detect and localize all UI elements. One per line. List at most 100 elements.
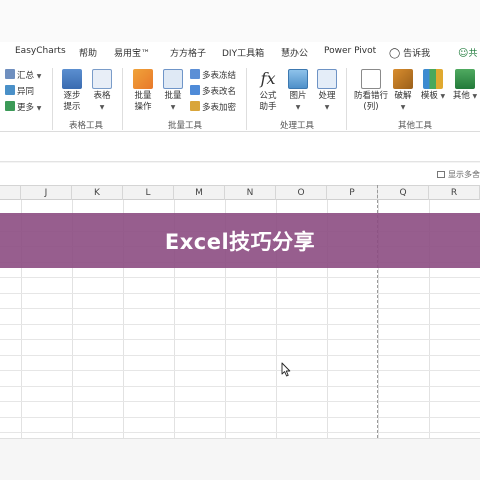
- more-button[interactable]: 更多 ▼: [5, 101, 41, 113]
- picture-icon: [288, 69, 308, 89]
- chevron-down-icon: ▼: [36, 73, 42, 80]
- diff-button[interactable]: 异同: [5, 85, 34, 97]
- batch-button[interactable]: 批量 ▼: [160, 69, 186, 113]
- multi-sheet-freeze-button[interactable]: 多表冻结: [190, 69, 236, 81]
- chevron-down-icon: ▼: [472, 93, 478, 100]
- column-header-row: J K L M N O P Q R: [0, 185, 480, 200]
- batch-operate-button[interactable]: 批量操作: [130, 69, 156, 113]
- group-divider: [122, 68, 123, 130]
- template-label-row: 模板 ▼: [420, 91, 446, 102]
- tell-me-label: 告诉我: [403, 49, 431, 59]
- window-top: [0, 0, 480, 42]
- group-divider: [52, 68, 53, 130]
- window-icon: [437, 171, 445, 178]
- sheet-bottom-area: [0, 438, 480, 480]
- column-header-j[interactable]: J: [21, 186, 72, 200]
- mouse-cursor-icon: [281, 362, 291, 377]
- grid-row-line: [0, 324, 480, 325]
- show-more-toggle[interactable]: 显示多舍: [437, 169, 480, 180]
- formula-helper-button[interactable]: fx 公式助手: [254, 69, 282, 113]
- multi-sheet-rename-label: 多表改名: [202, 87, 237, 97]
- grid-row-line: [0, 308, 480, 309]
- column-header-q[interactable]: Q: [378, 186, 429, 200]
- share-label: 共: [468, 49, 478, 59]
- chevron-down-icon: ▼: [170, 104, 176, 111]
- tab-easycharts[interactable]: EasyCharts: [15, 46, 66, 56]
- chevron-down-icon: ▼: [295, 104, 301, 111]
- prevent-misread-button[interactable]: 防看错行(列): [352, 69, 390, 113]
- process-label: 处理: [318, 91, 336, 101]
- process-button[interactable]: 处理 ▼: [314, 69, 340, 113]
- grid-row-line: [0, 277, 480, 278]
- group-divider: [346, 68, 347, 130]
- lightbulb-icon: ◯: [389, 48, 401, 59]
- column-header-l[interactable]: L: [123, 186, 174, 200]
- more-label: 更多: [17, 103, 35, 113]
- table-icon: [92, 69, 112, 89]
- excel-icon: [455, 69, 475, 89]
- more-icon: [5, 101, 15, 111]
- chevron-down-icon: ▼: [440, 93, 446, 100]
- tab-diy-toolbox[interactable]: DIY工具箱: [222, 46, 264, 59]
- grid-row-line: [0, 370, 480, 371]
- batch-operate-icon: [133, 69, 153, 89]
- ribbon-options-strip: [0, 163, 480, 185]
- column-header-k[interactable]: K: [72, 186, 123, 200]
- grid-row-line: [0, 355, 480, 356]
- process-icon: [317, 69, 337, 89]
- function-icon: fx: [260, 69, 276, 88]
- batch-operate-label: 批量操作: [134, 91, 152, 112]
- rename-icon: [190, 85, 200, 95]
- other-label-row: 其他 ▼: [452, 91, 478, 102]
- summary-button[interactable]: 汇总 ▼: [5, 69, 41, 81]
- template-icon: [423, 69, 443, 89]
- column-header-r[interactable]: R: [429, 186, 480, 200]
- tab-huibangong[interactable]: 慧办公: [281, 46, 308, 59]
- compare-icon: [5, 85, 15, 95]
- crack-button[interactable]: 破解 ▼: [392, 69, 414, 113]
- share-button[interactable]: ☺共: [458, 46, 477, 59]
- multi-sheet-encrypt-label: 多表加密: [202, 103, 237, 113]
- screenshot-stage: EasyCharts 帮助 易用宝™ 方方格子 DIY工具箱 慧办公 Power…: [0, 0, 480, 480]
- ribbon: 汇总 ▼ 异同 更多 ▼ 逐步提示 表格 ▼ 表格工具 批量操作 批量 ▼ 多表…: [0, 64, 480, 132]
- chevron-down-icon: ▼: [400, 104, 406, 111]
- group-label-process-tools: 处理工具: [280, 121, 315, 131]
- grid-row-line: [0, 401, 480, 402]
- table-button[interactable]: 表格 ▼: [89, 69, 115, 113]
- crack-label-row: 破解 ▼: [392, 91, 414, 113]
- prevent-misread-label: 防看错行(列): [353, 91, 388, 112]
- person-icon: ☺: [458, 48, 469, 59]
- group-label-batch-tools: 批量工具: [168, 121, 203, 131]
- template-button[interactable]: 模板 ▼: [420, 69, 446, 102]
- tab-help[interactable]: 帮助: [79, 46, 97, 59]
- formula-helper-label: 公式助手: [259, 91, 277, 112]
- group-label-table-tools: 表格工具: [69, 121, 104, 131]
- grid-row-line: [0, 417, 480, 418]
- title-banner: Excel技巧分享: [0, 213, 480, 268]
- column-header-n[interactable]: N: [225, 186, 276, 200]
- grid-row-line: [0, 386, 480, 387]
- tab-power-pivot[interactable]: Power Pivot: [324, 46, 376, 56]
- batch-label: 批量: [164, 91, 182, 101]
- multi-sheet-rename-button[interactable]: 多表改名: [190, 85, 236, 97]
- tab-fangfanggezi[interactable]: 方方格子: [170, 46, 206, 59]
- multi-sheet-encrypt-button[interactable]: 多表加密: [190, 101, 236, 113]
- tell-me-search[interactable]: ◯ 告诉我: [389, 46, 430, 59]
- column-header-p[interactable]: P: [327, 186, 378, 200]
- picture-button[interactable]: 图片 ▼: [285, 69, 311, 113]
- template-label: 模板: [420, 91, 438, 101]
- column-header-m[interactable]: M: [174, 186, 225, 200]
- chevron-down-icon: ▼: [324, 104, 330, 111]
- step-hint-button[interactable]: 逐步提示: [58, 69, 86, 113]
- step-hint-icon: [62, 69, 82, 89]
- other-button[interactable]: 其他 ▼: [452, 69, 478, 102]
- menu-bar: EasyCharts 帮助 易用宝™ 方方格子 DIY工具箱 慧办公 Power…: [0, 42, 480, 64]
- other-label: 其他: [452, 91, 470, 101]
- tab-yiyongbao[interactable]: 易用宝™: [114, 46, 150, 59]
- group-label-other-tools: 其他工具: [398, 121, 433, 131]
- freeze-icon: [190, 69, 200, 79]
- column-header-o[interactable]: O: [276, 186, 327, 200]
- table-label: 表格: [93, 91, 111, 101]
- summary-icon: [5, 69, 15, 79]
- grid-row-line: [0, 293, 480, 294]
